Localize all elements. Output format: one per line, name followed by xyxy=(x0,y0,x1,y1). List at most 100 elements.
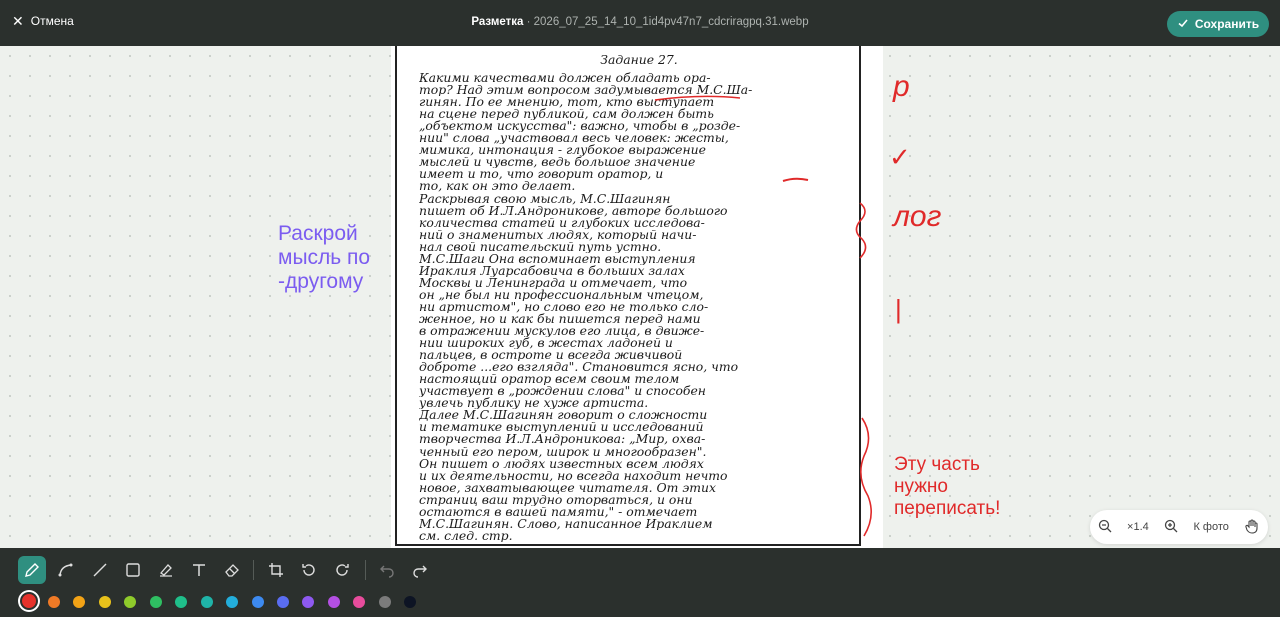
color-swatch-indigo[interactable] xyxy=(277,596,289,608)
color-swatch-gray[interactable] xyxy=(379,596,391,608)
text-line: „объектом искусства": важно, чтобы в „ро… xyxy=(419,120,741,133)
left-note: Раскрой мысль по -другому xyxy=(278,222,370,294)
zoom-in-icon[interactable] xyxy=(1164,519,1178,536)
text-line: см. след. стр. xyxy=(419,529,513,542)
rectangle-icon[interactable] xyxy=(119,556,147,584)
color-swatch-yellow[interactable] xyxy=(99,596,111,608)
color-swatch-black[interactable] xyxy=(404,596,416,608)
handwritten-text: Задание 27. Какими качествами должен обл… xyxy=(419,54,859,542)
color-swatch-lime[interactable] xyxy=(124,596,136,608)
line-icon[interactable] xyxy=(86,556,114,584)
text-line: остаются в вашей памяти," - отмечает xyxy=(419,505,698,518)
right-note-line: нужно xyxy=(894,476,948,497)
left-note-line: мысль по xyxy=(278,246,371,269)
rotate-right-icon[interactable] xyxy=(328,556,356,584)
text-line: Далее М.С.Шагинян говорит о сложности xyxy=(419,409,708,422)
text-line: ни артистом", но слово его не только сло… xyxy=(419,300,709,313)
color-swatch-pink[interactable] xyxy=(353,596,365,608)
right-note-line: Эту часть xyxy=(894,454,980,475)
color-swatch-violet[interactable] xyxy=(302,596,314,608)
top-bar: ✕ Отмена Разметка · 2026_07_25_14_10_1id… xyxy=(0,0,1280,46)
fit-to-photo-button[interactable]: К фото xyxy=(1193,521,1228,533)
color-swatch-blue[interactable] xyxy=(252,596,264,608)
text-line: он „не был ни профессиональным чтецом, xyxy=(419,288,704,301)
hand-pan-icon[interactable] xyxy=(1244,518,1260,537)
markup-canvas[interactable]: Задание 27. Какими качествами должен обл… xyxy=(0,46,1280,548)
text-line: Раскрывая свою мысль, М.С.Шагинян xyxy=(419,192,671,205)
text-line: ченный его пером, широк и многообразен". xyxy=(419,445,707,458)
text-line: на сцене перед публикой, сам должен быть xyxy=(419,108,714,121)
color-swatch-emerald[interactable] xyxy=(175,596,187,608)
text-line: Он пишет о людях известных всем людях xyxy=(419,457,704,470)
undo-icon[interactable] xyxy=(373,556,401,584)
text-line: М.С.Шаги Она вспоминает выступления xyxy=(419,252,696,265)
text-line: мимика, интонация - глубокое выражение xyxy=(419,144,706,157)
text-line: пальцев, в остроте и всегда живчивой xyxy=(419,349,683,362)
left-note-line: Раскрой xyxy=(278,222,358,245)
document-photo[interactable]: Задание 27. Какими качествами должен обл… xyxy=(391,46,883,548)
title-separator: · xyxy=(523,16,534,28)
color-swatch-cyan[interactable] xyxy=(226,596,238,608)
text-line: гинян. По ее мнению, тот, кто выступает xyxy=(419,96,715,109)
text-line: мыслей и чувств, ведь большое значение xyxy=(419,156,696,169)
color-swatch-green[interactable] xyxy=(150,596,162,608)
text-line: доброте ...его взгляда". Становится ясно… xyxy=(419,361,739,374)
text-line: страниц ваш трудно оторваться, и они xyxy=(419,493,693,506)
margin-mark-log: лог xyxy=(893,200,942,233)
text-line: Какими качествами должен обладать ора- xyxy=(419,72,711,85)
text-line: в отражении мускулов его лица, в движе- xyxy=(419,325,705,338)
toolbar-divider xyxy=(253,560,254,580)
curve-icon[interactable] xyxy=(52,556,80,584)
margin-mark-check: ✓ xyxy=(889,142,911,172)
document-title: Задание 27. xyxy=(600,54,678,67)
pen-icon[interactable] xyxy=(18,556,46,584)
zoom-out-icon[interactable] xyxy=(1098,519,1112,536)
margin-mark-line: | xyxy=(895,294,902,324)
text-line: увлечь публику не хуже артиста. xyxy=(419,397,649,410)
redo-icon[interactable] xyxy=(406,556,434,584)
text-line: нии широких губ, в жестах ладоней и xyxy=(419,337,673,350)
text-line: участвует в „рождении слова" и способен xyxy=(419,385,706,398)
text-line: М.С.Шагинян. Слово, написанное Ираклием xyxy=(419,517,713,530)
color-swatch-orange[interactable] xyxy=(48,596,60,608)
zoom-controls: ×1.4 К фото xyxy=(1090,510,1268,544)
title-filename: 2026_07_25_14_10_1id4pv47n7_cdcriragpq.3… xyxy=(533,16,809,28)
color-swatch-amber[interactable] xyxy=(73,596,85,608)
title-mode: Разметка xyxy=(471,16,524,28)
text-line: пишет об И.Л.Андроникове, авторе большог… xyxy=(419,204,728,217)
right-note-line: переписать! xyxy=(894,498,1001,519)
text-icon[interactable] xyxy=(185,556,213,584)
left-note-line: -другому xyxy=(278,270,364,293)
eraser-icon[interactable] xyxy=(218,556,246,584)
toolbar-divider xyxy=(365,560,366,580)
color-swatch-purple[interactable] xyxy=(328,596,340,608)
text-line: и их деятельности, но всегда находит неч… xyxy=(419,469,728,482)
text-line: и тематике выступлений и исследований xyxy=(419,421,704,434)
crop-icon[interactable] xyxy=(262,556,290,584)
text-line: ний о знаменитых людях, который начи- xyxy=(419,228,697,241)
save-button[interactable]: Сохранить xyxy=(1167,11,1269,37)
text-line: нал свой писательский путь устно. xyxy=(419,240,662,253)
margin-mark-r: р xyxy=(893,70,910,103)
text-line: женное, но и как бы пишется перед нами xyxy=(419,312,701,326)
page-title: Разметка · 2026_07_25_14_10_1id4pv47n7_c… xyxy=(0,16,1280,28)
color-swatch-teal[interactable] xyxy=(201,596,213,608)
drawing-toolbar xyxy=(0,548,1280,617)
text-line: настоящий оратор всем своим телом xyxy=(419,373,680,386)
check-icon xyxy=(1177,17,1189,32)
text-line: творчества И.Л.Андроникова: „Мир, охва- xyxy=(419,433,706,446)
text-line: Москвы и Ленинграда и отмечает, что xyxy=(419,276,688,289)
rotate-left-icon[interactable] xyxy=(295,556,323,584)
highlighter-icon[interactable] xyxy=(152,556,180,584)
text-line: тор? Над этим вопросом задумывается М.С.… xyxy=(419,84,753,97)
text-line: новое, захватывающее читателя. От этих xyxy=(419,481,716,494)
right-note: Эту часть нужно переписать! xyxy=(894,454,1000,520)
save-label: Сохранить xyxy=(1194,17,1260,31)
text-line: имеет и то, что говорит оратор, и xyxy=(419,168,664,181)
text-line: Ираклия Луарсабовича в больших залах xyxy=(419,264,685,277)
zoom-level: ×1.4 xyxy=(1127,521,1149,533)
color-swatch-red[interactable] xyxy=(22,594,36,608)
text-line: то, как он это делает. xyxy=(419,180,576,193)
text-line: количества статей и глубоких исследова- xyxy=(419,216,705,229)
text-line: нии" слова „участвовал весь человек: жес… xyxy=(419,132,729,145)
